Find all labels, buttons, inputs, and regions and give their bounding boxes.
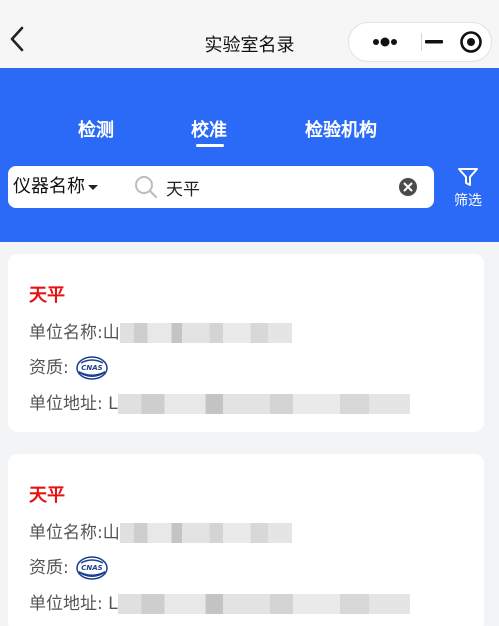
result-card[interactable]: 天平 单位名称:山 资质: CNAS 单位地址: L — [8, 254, 484, 432]
unit-address-label: 单位地址: — [29, 394, 103, 414]
unit-name-value: 山 — [102, 323, 120, 343]
tab-calibration[interactable]: 校准 — [191, 116, 227, 142]
search-type-select[interactable]: 仪器名称 — [8, 166, 98, 208]
qualification-row: 资质: CNAS — [29, 553, 108, 580]
redacted-block — [119, 323, 292, 343]
unit-address-row: 单位地址: L — [29, 589, 410, 614]
navigation-bar: 实验室名录 — [0, 0, 499, 68]
cnas-badge-icon: CNAS — [76, 356, 108, 380]
unit-address-value: L — [108, 394, 118, 414]
search-header: 检测 校准 检验机构 仪器名称 筛选 — [0, 68, 499, 242]
unit-name-label: 单位名称: — [29, 323, 103, 343]
miniprogram-capsule — [348, 22, 492, 62]
more-dots-icon[interactable] — [357, 23, 409, 61]
unit-name-row: 单位名称:山 — [29, 518, 292, 543]
clear-icon[interactable] — [398, 177, 418, 197]
active-tab-indicator — [196, 144, 224, 147]
qualification-label: 资质: — [29, 558, 69, 578]
caret-down-icon — [88, 184, 98, 190]
unit-name-value: 山 — [102, 523, 120, 543]
unit-name-row: 单位名称:山 — [29, 318, 292, 343]
tab-inspection-agency[interactable]: 检验机构 — [305, 116, 377, 142]
search-icon — [135, 176, 158, 199]
tab-testing[interactable]: 检测 — [78, 116, 114, 142]
unit-address-value: L — [108, 594, 118, 614]
search-input[interactable] — [166, 172, 386, 202]
qualification-label: 资质: — [29, 358, 69, 378]
filter-label: 筛选 — [454, 193, 482, 209]
minimize-icon[interactable] — [409, 23, 457, 61]
result-card[interactable]: 天平 单位名称:山 资质: CNAS 单位地址: L — [8, 454, 484, 626]
redacted-block — [119, 523, 292, 543]
search-box: 仪器名称 — [8, 166, 434, 208]
cnas-badge-text: CNAS — [81, 564, 102, 572]
unit-address-label: 单位地址: — [29, 594, 103, 614]
redacted-block — [117, 394, 410, 414]
card-title: 天平 — [29, 285, 65, 306]
unit-address-row: 单位地址: L — [29, 389, 410, 414]
cnas-badge-text: CNAS — [81, 364, 102, 372]
redacted-block — [117, 594, 410, 614]
card-title: 天平 — [29, 485, 65, 506]
cnas-badge-icon: CNAS — [76, 556, 108, 580]
filter-button[interactable]: 筛选 — [448, 166, 488, 210]
filter-icon — [458, 168, 478, 186]
qualification-row: 资质: CNAS — [29, 353, 108, 380]
close-target-icon[interactable] — [455, 23, 491, 61]
search-type-label: 仪器名称 — [13, 176, 85, 197]
unit-name-label: 单位名称: — [29, 523, 103, 543]
